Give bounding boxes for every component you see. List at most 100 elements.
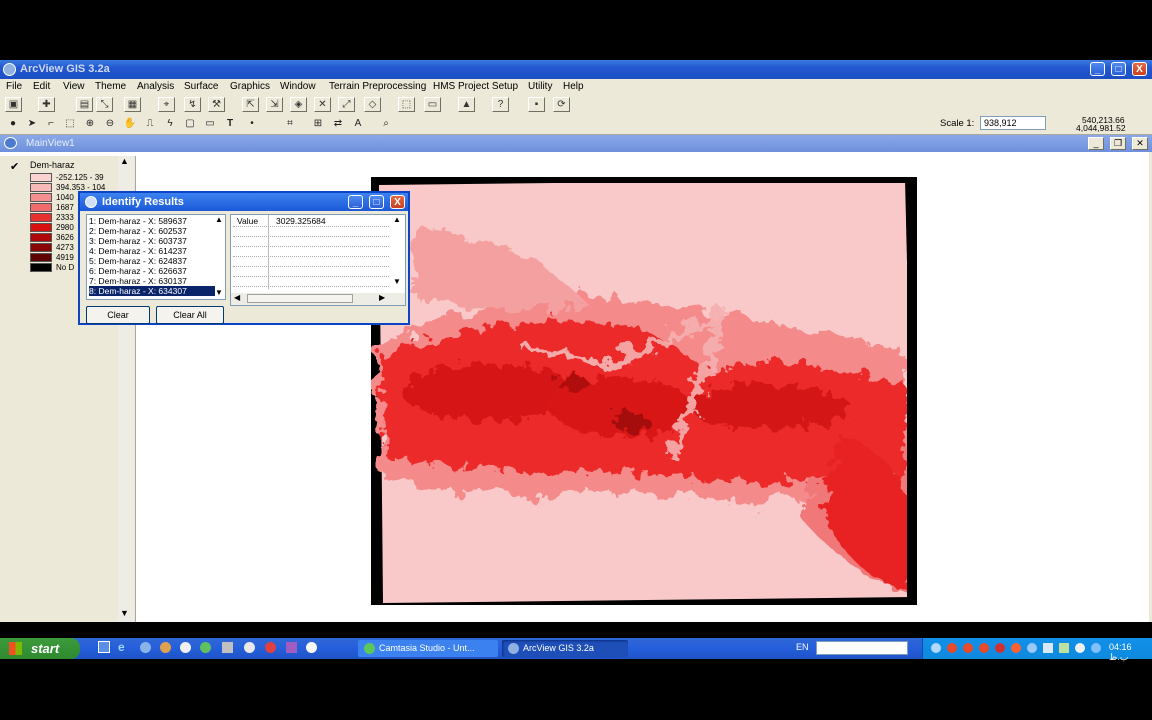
- annotation-a-icon[interactable]: A: [350, 117, 366, 131]
- dem-raster-map[interactable]: [371, 177, 917, 605]
- help-pointer-icon[interactable]: ?: [492, 97, 509, 112]
- zoom-active-themes-icon[interactable]: ⇲: [266, 97, 283, 112]
- identify-dialog-title-bar[interactable]: Identify Results _ □ X: [80, 193, 408, 211]
- tray-icon[interactable]: [995, 643, 1005, 653]
- scale-input[interactable]: 938,912: [980, 116, 1046, 130]
- menu-terrain-preprocessing[interactable]: Terrain Preprocessing: [329, 81, 426, 92]
- tray-icon[interactable]: [931, 643, 941, 653]
- scroll-down-arrow-icon[interactable]: ▼: [120, 608, 129, 618]
- layout-icon[interactable]: ▲: [458, 97, 475, 112]
- zoom-in-icon[interactable]: ⊕: [82, 117, 98, 131]
- draw-point-icon[interactable]: •: [244, 117, 260, 131]
- query-builder-icon[interactable]: ⚒: [208, 97, 225, 112]
- tray-icon[interactable]: [1043, 643, 1053, 653]
- snap-icon[interactable]: ⌗: [282, 117, 298, 131]
- tray-icon[interactable]: [1011, 643, 1021, 653]
- clear-all-button[interactable]: Clear All: [156, 306, 224, 324]
- tray-icon[interactable]: [963, 643, 973, 653]
- tray-icon[interactable]: [1059, 643, 1069, 653]
- edit-legend-icon[interactable]: ⤡: [96, 97, 113, 112]
- theme-properties-icon[interactable]: ▤: [76, 97, 93, 112]
- list-item[interactable]: 5: Dem-haraz - X: 624837: [89, 256, 215, 266]
- pan-icon[interactable]: ✋: [122, 117, 138, 131]
- scroll-left-icon[interactable]: ◀: [234, 293, 240, 302]
- list-item-selected[interactable]: 8: Dem-haraz - X: 634307: [89, 286, 215, 296]
- quick-launch-icon[interactable]: [244, 642, 255, 653]
- list-item[interactable]: 2: Dem-haraz - X: 602537: [89, 226, 215, 236]
- table-scroll-down-icon[interactable]: ▼: [393, 277, 401, 286]
- menu-view[interactable]: View: [63, 81, 85, 92]
- text-tool-icon[interactable]: T: [222, 117, 238, 131]
- close-button[interactable]: X: [1132, 62, 1147, 76]
- theme-visibility-checkbox[interactable]: ✔: [10, 160, 19, 173]
- clock[interactable]: 04:16 ب.ظ: [1109, 642, 1152, 663]
- quick-launch-icon[interactable]: [160, 642, 171, 653]
- zoom-out-icon[interactable]: ⊖: [102, 117, 118, 131]
- list-item[interactable]: 3: Dem-haraz - X: 603737: [89, 236, 215, 246]
- menu-surface[interactable]: Surface: [184, 81, 218, 92]
- quick-launch-icon[interactable]: [306, 642, 317, 653]
- select-by-theme-icon[interactable]: ⬚: [398, 97, 415, 112]
- maximize-button[interactable]: □: [1111, 62, 1126, 76]
- dialog-close-button[interactable]: X: [390, 195, 405, 209]
- scroll-right-icon[interactable]: ▶: [379, 293, 385, 302]
- grid-icon[interactable]: ⊞: [310, 117, 326, 131]
- list-scroll-up-icon[interactable]: ▲: [215, 215, 223, 224]
- theme-name[interactable]: Dem-haraz: [30, 160, 75, 170]
- attribute-table[interactable]: Value 3029.325684 ▲ ▼ ◀ ▶: [230, 214, 406, 306]
- menu-graphics[interactable]: Graphics: [230, 81, 270, 92]
- hotlink-icon[interactable]: ϟ: [162, 117, 178, 131]
- horizontal-scrollbar[interactable]: ◀ ▶: [231, 293, 405, 305]
- language-indicator[interactable]: EN: [796, 642, 809, 652]
- show-desktop-icon[interactable]: [98, 641, 110, 653]
- identify-results-list[interactable]: 1: Dem-haraz - X: 589637 2: Dem-haraz - …: [86, 214, 226, 300]
- quick-launch-icon[interactable]: [222, 642, 233, 653]
- add-theme-icon[interactable]: ✚: [38, 97, 55, 112]
- address-box[interactable]: [816, 641, 908, 655]
- menu-file[interactable]: File: [6, 81, 22, 92]
- start-button[interactable]: start: [0, 638, 80, 659]
- zoom-full-extent-icon[interactable]: ⇱: [242, 97, 259, 112]
- taskbar-arcview[interactable]: ArcView GIS 3.2a: [502, 640, 628, 657]
- magnify-icon[interactable]: ⌕: [378, 117, 394, 131]
- menu-window[interactable]: Window: [280, 81, 316, 92]
- record-icon[interactable]: ▪: [528, 97, 545, 112]
- pointer-tool-icon[interactable]: ➤: [24, 117, 40, 131]
- scroll-up-arrow-icon[interactable]: ▲: [120, 156, 129, 166]
- zoom-previous-icon[interactable]: ◇: [364, 97, 381, 112]
- list-item[interactable]: 1: Dem-haraz - X: 589637: [89, 216, 215, 226]
- clear-selection-icon[interactable]: ▭: [424, 97, 441, 112]
- quick-launch-icon[interactable]: [286, 642, 297, 653]
- quick-launch-icon[interactable]: [180, 642, 191, 653]
- view-minimize-button[interactable]: _: [1088, 137, 1104, 150]
- find-icon[interactable]: ⌖: [158, 97, 175, 112]
- view-restore-button[interactable]: ❐: [1110, 137, 1126, 150]
- list-scroll-down-icon[interactable]: ▼: [215, 288, 223, 297]
- table-scroll-up-icon[interactable]: ▲: [393, 215, 401, 224]
- zoom-in-fixed-icon[interactable]: ✕: [314, 97, 331, 112]
- tray-icon[interactable]: [1075, 643, 1085, 653]
- menu-help[interactable]: Help: [563, 81, 584, 92]
- label-tool-icon[interactable]: ▭: [202, 117, 218, 131]
- list-item[interactable]: 4: Dem-haraz - X: 614237: [89, 246, 215, 256]
- list-item[interactable]: 7: Dem-haraz - X: 630137: [89, 276, 215, 286]
- zoom-selected-icon[interactable]: ◈: [290, 97, 307, 112]
- tray-icon[interactable]: [1027, 643, 1037, 653]
- menu-analysis[interactable]: Analysis: [137, 81, 174, 92]
- tray-icon[interactable]: [979, 643, 989, 653]
- save-icon[interactable]: ▣: [5, 97, 22, 112]
- list-item[interactable]: 6: Dem-haraz - X: 626637: [89, 266, 215, 276]
- locate-address-icon[interactable]: ↯: [184, 97, 201, 112]
- refresh-icon[interactable]: ⟳: [553, 97, 570, 112]
- tray-icon[interactable]: [1091, 643, 1101, 653]
- internet-explorer-icon[interactable]: e: [118, 640, 125, 654]
- identify-tool-icon[interactable]: ●: [5, 117, 21, 131]
- minimize-button[interactable]: _: [1090, 62, 1105, 76]
- tray-icon[interactable]: [947, 643, 957, 653]
- taskbar-camtasia[interactable]: Camtasia Studio - Unt...: [358, 640, 498, 657]
- menu-hms-project-setup[interactable]: HMS Project Setup: [433, 81, 518, 92]
- dialog-maximize-button[interactable]: □: [369, 195, 384, 209]
- quick-launch-icon[interactable]: [265, 642, 276, 653]
- area-of-interest-icon[interactable]: ▢: [182, 117, 198, 131]
- menu-utility[interactable]: Utility: [528, 81, 552, 92]
